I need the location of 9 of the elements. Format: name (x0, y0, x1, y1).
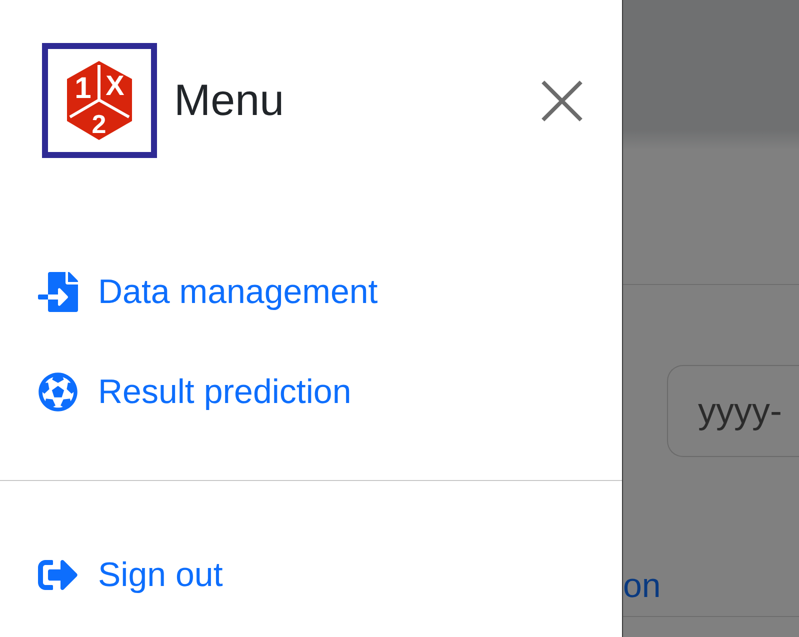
nav-link[interactable]: Data management (38, 270, 622, 314)
date-field[interactable]: yyyy- (667, 365, 799, 457)
link-fragment: on (623, 567, 662, 606)
file-arrow-icon (38, 272, 78, 312)
drawer-title: Menu (174, 76, 286, 126)
nav-link[interactable]: Result prediction (38, 370, 622, 414)
close-button[interactable] (540, 78, 584, 122)
logo: 1 X 2 (42, 43, 157, 158)
nav-link[interactable]: Sign out (38, 553, 622, 597)
